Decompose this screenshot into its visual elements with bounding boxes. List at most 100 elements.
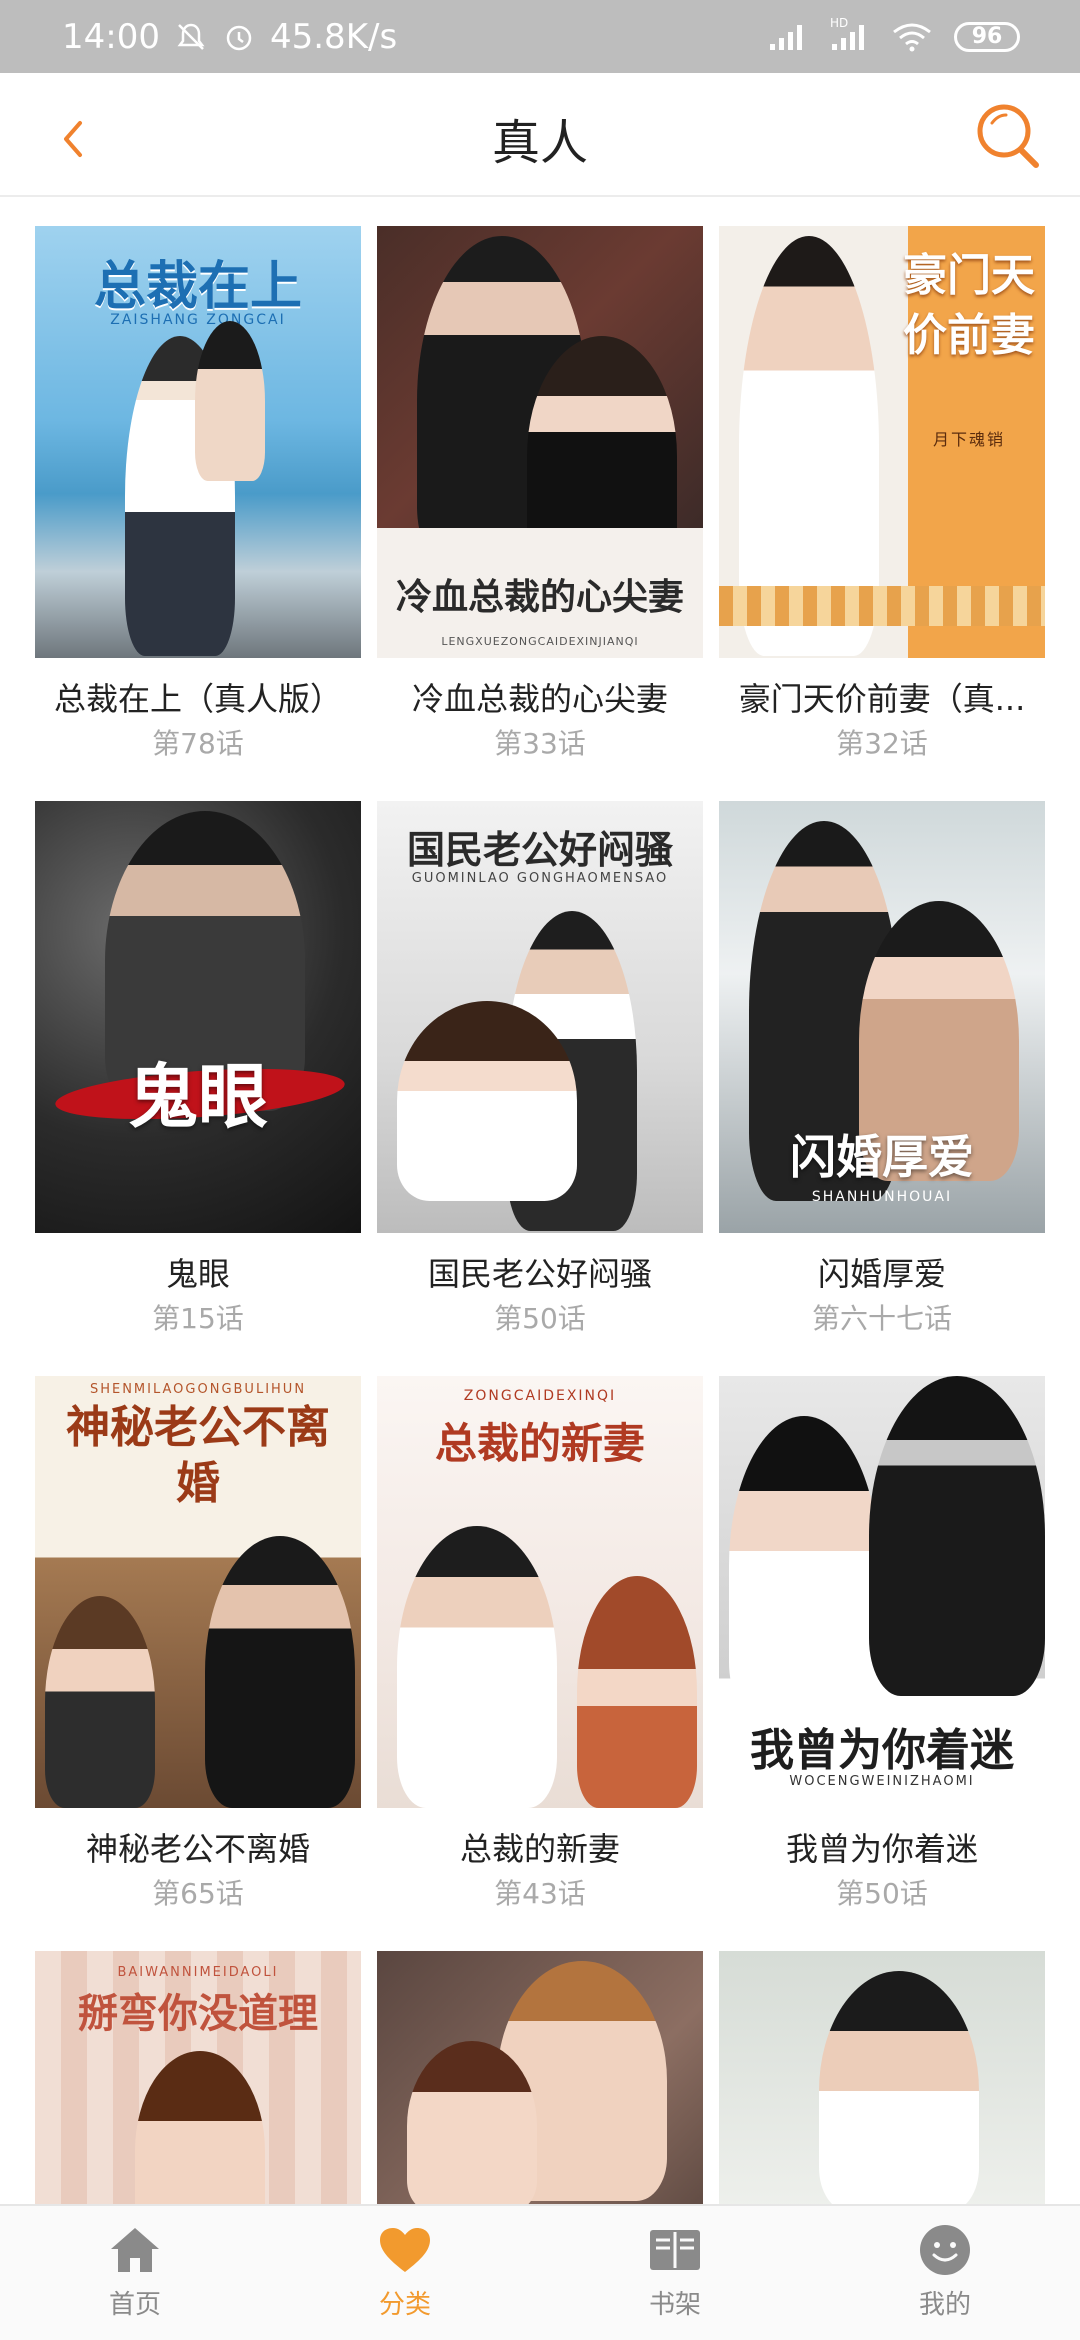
- heart-icon: [377, 2222, 433, 2278]
- cover-figure: [729, 1416, 879, 1716]
- cover-title: 鬼眼: [128, 1055, 268, 1138]
- book-cover: BAIWANNIMEIDAOLI 掰弯你没道理: [35, 1951, 361, 2204]
- cover-subtitle: ZAISHANG ZONGCAI: [110, 312, 286, 328]
- search-icon: [977, 104, 1039, 168]
- nav-profile[interactable]: 我的: [810, 2206, 1080, 2340]
- alarm-icon: [222, 20, 256, 54]
- nav-label: 书架: [648, 2290, 701, 2320]
- signal-hd-icon: HD: [830, 16, 870, 52]
- hd-label: HD: [830, 15, 849, 30]
- cover-subtitle: GUOMINLAO GONGHAOMENSAO: [411, 871, 669, 886]
- book-episode: 第50话: [494, 1302, 586, 1335]
- cover-figure: [205, 1536, 355, 1808]
- cover-subtitle: ZONGCAIDEXINQI: [463, 1388, 617, 1404]
- bell-muted-icon: [174, 20, 208, 54]
- book-episode: 第33话: [494, 727, 586, 760]
- book-episode: 第15话: [152, 1302, 244, 1335]
- search-button[interactable]: [972, 97, 1044, 173]
- book-card[interactable]: 冷血总裁的心尖妻 LENGXUEZONGCAIDEXINJIANQI 冷血总裁的…: [377, 226, 703, 762]
- cover-subtitle: SHENMILAOGONGBULIHUN: [89, 1382, 307, 1397]
- book-episode: 第32话: [836, 727, 928, 760]
- book-episode: 第50话: [836, 1877, 928, 1910]
- battery-icon: 96: [954, 21, 1020, 52]
- book-card[interactable]: 总裁在上 ZAISHANG ZONGCAI 总裁在上（真人版） 第78话: [35, 226, 361, 762]
- cover-figure: [397, 1526, 557, 1808]
- nav-label: 首页: [108, 2290, 161, 2320]
- book-card[interactable]: 闪婚厚爱 SHANHUNHOUAI 闪婚厚爱 第六十七话: [719, 801, 1045, 1337]
- nav-label: 我的: [918, 2290, 971, 2320]
- book-cover: 鬼眼: [35, 801, 361, 1233]
- cover-figure: [45, 1596, 155, 1808]
- book-title: 冷血总裁的心尖妻: [411, 680, 668, 718]
- cover-title: 国民老公好闷骚: [406, 827, 673, 872]
- book-grid: 总裁在上 ZAISHANG ZONGCAI 总裁在上（真人版） 第78话 冷血总…: [35, 226, 1045, 2204]
- book-episode: 第六十七话: [811, 1302, 952, 1335]
- battery-level: 96: [971, 24, 1003, 49]
- book-cover: 冷血总裁的心尖妻 LENGXUEZONGCAIDEXINJIANQI: [377, 226, 703, 658]
- book-title: 我曾为你着迷: [785, 1830, 978, 1868]
- nav-bookshelf[interactable]: 书架: [540, 2206, 810, 2340]
- book-title: 神秘老公不离婚: [85, 1830, 310, 1868]
- cover-figure: [397, 1001, 577, 1201]
- book-title: 总裁在上（真人版）: [53, 680, 342, 718]
- book-cover: 我曾为你着迷 WOCENGWEINIZHAOMI: [719, 1376, 1045, 1808]
- book-cover: 总裁在上 ZAISHANG ZONGCAI: [35, 226, 361, 658]
- cover-title: 总裁在上: [93, 256, 302, 317]
- bottom-nav: 首页 分类 书架 我的: [0, 2204, 1080, 2340]
- home-icon: [107, 2222, 163, 2278]
- book-card[interactable]: [377, 1951, 703, 2204]
- book-card[interactable]: ZONGCAIDEXINQI 总裁的新妻 总裁的新妻 第43话: [377, 1376, 703, 1912]
- book-cover: 国民老公好闷骚 GUOMINLAO GONGHAOMENSAO: [377, 801, 703, 1233]
- cover-figure: [577, 1576, 697, 1808]
- book-cover: SHENMILAOGONGBULIHUN 神秘老公不离婚: [35, 1376, 361, 1808]
- cover-subtitle: BAIWANNIMEIDAOLI: [117, 1965, 279, 1980]
- status-time: 14:00: [62, 16, 160, 57]
- header: 真人: [0, 73, 1080, 197]
- wifi-icon: [892, 22, 932, 52]
- book-card[interactable]: BAIWANNIMEIDAOLI 掰弯你没道理: [35, 1951, 361, 2204]
- book-cover: ZONGCAIDEXINQI 总裁的新妻: [377, 1376, 703, 1808]
- cover-figure: [195, 321, 265, 481]
- network-speed: 45.8K/s: [269, 16, 398, 57]
- book-cover: [719, 1951, 1045, 2204]
- book-episode: 第43话: [494, 1877, 586, 1910]
- book-title: 闪婚厚爱: [817, 1255, 946, 1293]
- book-cover: [377, 1951, 703, 2204]
- page-title: 真人: [491, 115, 588, 171]
- status-bar: 14:00 45.8K/s HD 96: [0, 0, 1080, 73]
- book-episode: 第78话: [152, 727, 244, 760]
- cover-title: 掰弯你没道理: [78, 1990, 318, 2037]
- cover-title: 闪婚厚爱: [790, 1130, 974, 1184]
- cover-subtitle: WOCENGWEINIZHAOMI: [789, 1774, 975, 1789]
- book-card[interactable]: [719, 1951, 1045, 2204]
- cover-title: 我曾为你着迷: [750, 1725, 1014, 1776]
- book-card[interactable]: 国民老公好闷骚 GUOMINLAO GONGHAOMENSAO 国民老公好闷骚 …: [377, 801, 703, 1337]
- nav-category[interactable]: 分类: [270, 2206, 540, 2340]
- book-cover: 闪婚厚爱 SHANHUNHOUAI: [719, 801, 1045, 1233]
- book-card[interactable]: 豪门天价前妻 月下魂销 豪门天价前妻（真... 第32话: [719, 226, 1045, 762]
- book-cover: 豪门天价前妻 月下魂销: [719, 226, 1045, 658]
- cover-figure: [135, 2051, 265, 2204]
- nav-home[interactable]: 首页: [0, 2206, 270, 2340]
- cover-title: 神秘老公不离婚: [66, 1402, 330, 1509]
- cover-figure: [819, 1971, 979, 2204]
- cover-figure: [869, 1376, 1045, 1696]
- book-card[interactable]: SHENMILAOGONGBULIHUN 神秘老公不离婚 神秘老公不离婚 第65…: [35, 1376, 361, 1912]
- book-title: 豪门天价前妻（真...: [738, 680, 1026, 718]
- book-card[interactable]: 鬼眼 鬼眼 第15话: [35, 801, 361, 1337]
- bookshelf-icon: [647, 2222, 703, 2278]
- book-title: 国民老公好闷骚: [427, 1255, 652, 1293]
- cover-subtitle: SHANHUNHOUAI: [811, 1189, 953, 1205]
- cover-subtitle: LENGXUEZONGCAIDEXINJIANQI: [441, 635, 639, 648]
- cover-title: 豪门天价前妻: [903, 250, 1035, 361]
- signal-icon: [768, 22, 808, 52]
- cover-title: 冷血总裁的心尖妻: [395, 576, 684, 618]
- book-episode: 第65话: [152, 1877, 244, 1910]
- cover-figure: [407, 2041, 537, 2204]
- book-title: 总裁的新妻: [459, 1830, 620, 1868]
- cover-subtitle: 月下魂销: [932, 430, 1005, 449]
- book-title: 鬼眼: [165, 1255, 230, 1293]
- smiley-icon: [917, 2222, 973, 2278]
- cover-title: 总裁的新妻: [434, 1419, 645, 1468]
- book-card[interactable]: 我曾为你着迷 WOCENGWEINIZHAOMI 我曾为你着迷 第50话: [719, 1376, 1045, 1912]
